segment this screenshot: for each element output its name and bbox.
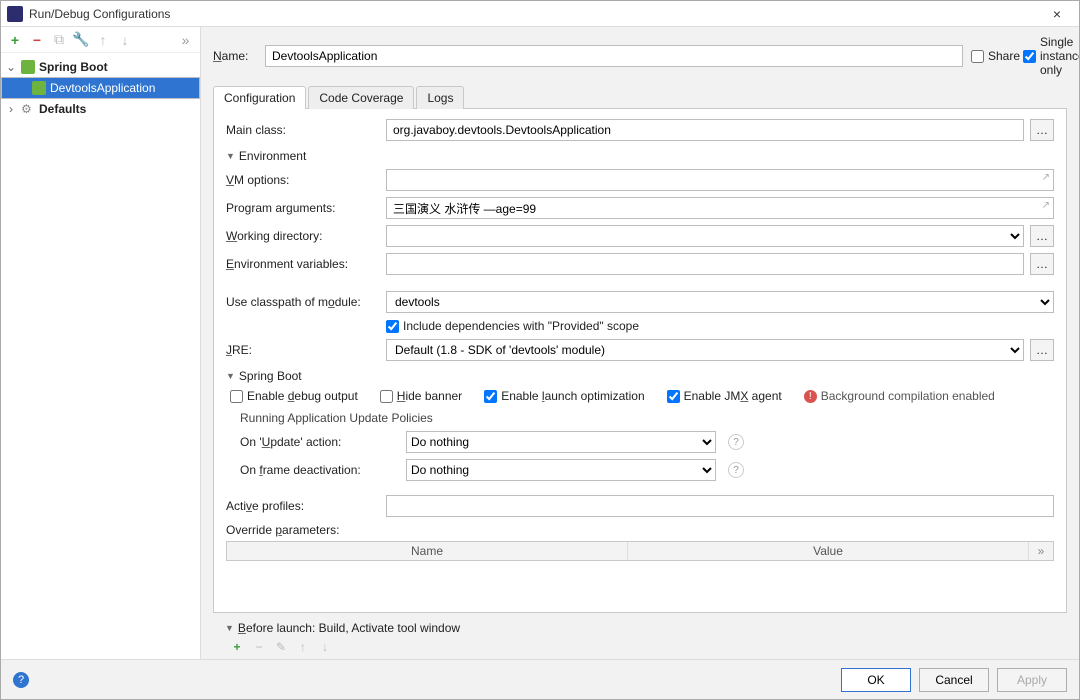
browse-env-vars-button[interactable]: … [1030,253,1054,275]
tree-label: Spring Boot [39,60,108,74]
before-launch-section: ▼ Before launch: Build, Activate tool wi… [213,613,1067,659]
enable-debug-checkbox[interactable]: Enable debug output [230,389,358,403]
working-directory-label: Working directory: [226,229,380,243]
move-down-button: ↓ [117,32,133,48]
chevron-down-icon: ▼ [225,623,234,633]
name-label: Name: [213,49,257,63]
tree-label: DevtoolsApplication [50,81,155,95]
background-compilation-warning: !Background compilation enabled [804,389,995,403]
column-value: Value [628,542,1029,560]
scroll-right-icon[interactable]: » [1029,542,1053,560]
cancel-button[interactable]: Cancel [919,668,989,692]
tab-logs[interactable]: Logs [416,86,464,109]
gear-icon: ⚙ [21,102,35,116]
warning-icon: ! [804,390,817,403]
jre-select[interactable]: Default (1.8 - SDK of 'devtools' module) [386,339,1024,361]
main-class-input[interactable] [386,119,1024,141]
chevron-down-icon: ▼ [226,371,235,381]
apply-button: Apply [997,668,1067,692]
configurations-sidebar: + − ⧉ 🔧 ↑ ↓ » ⌄ Spring Boot DevtoolsAppl… [1,27,201,659]
app-icon [7,6,23,22]
expand-icon[interactable]: ↗ [1042,172,1050,183]
env-vars-input[interactable] [386,253,1024,275]
chevron-down-icon: ▼ [226,151,235,161]
before-launch-add-button[interactable]: + [229,639,245,655]
before-launch-down-button: ↓ [317,639,333,655]
on-frame-deactivation-select[interactable]: Do nothing [406,459,716,481]
program-arguments-input[interactable] [386,197,1054,219]
main-panel: Name: Share Single instance only Configu… [201,27,1079,659]
on-frame-deactivation-label: On frame deactivation: [240,463,400,477]
override-parameters-label: Override parameters: [226,523,1054,537]
classpath-module-label: Use classpath of module: [226,295,380,309]
classpath-module-select[interactable]: devtools [386,291,1054,313]
name-input[interactable] [265,45,963,67]
enable-jmx-checkbox[interactable]: Enable JMX agent [667,389,782,403]
tab-configuration[interactable]: Configuration [213,86,306,109]
before-launch-up-button: ↑ [295,639,311,655]
configuration-panel: Main class: … ▼ Environment VM options: … [213,109,1067,613]
help-button[interactable]: ? [13,672,29,688]
column-name: Name [227,542,628,560]
jre-label: JRE: [226,343,380,357]
browse-jre-button[interactable]: … [1030,339,1054,361]
titlebar: Run/Debug Configurations × [1,1,1079,27]
sidebar-toolbar: + − ⧉ 🔧 ↑ ↓ » [1,27,200,53]
env-vars-label: Environment variables: [226,257,380,271]
tree-node-spring-boot[interactable]: ⌄ Spring Boot [1,57,200,77]
dialog-footer: ? OK Cancel Apply [1,659,1079,699]
spring-boot-icon [32,81,46,95]
close-icon[interactable]: × [1041,6,1073,22]
browse-main-class-button[interactable]: … [1030,119,1054,141]
chevron-right-icon[interactable]: › [5,102,17,116]
before-launch-header[interactable]: ▼ Before launch: Build, Activate tool wi… [225,621,1055,635]
include-provided-checkbox[interactable]: Include dependencies with "Provided" sco… [386,319,639,333]
help-icon[interactable]: ? [728,434,744,450]
vm-options-label: VM options: [226,173,380,187]
vm-options-input[interactable] [386,169,1054,191]
main-class-label: Main class: [226,123,380,137]
ok-button[interactable]: OK [841,668,911,692]
tree-node-defaults[interactable]: › ⚙ Defaults [1,99,200,119]
spring-boot-section-header[interactable]: ▼ Spring Boot [226,369,1054,383]
tree-node-devtools-application[interactable]: DevtoolsApplication [1,77,200,99]
window-title: Run/Debug Configurations [29,7,1041,21]
remove-config-button[interactable]: − [29,32,45,48]
program-arguments-label: Program arguments: [226,201,380,215]
override-parameters-table-header: Name Value » [226,541,1054,561]
before-launch-edit-button: ✎ [273,639,289,655]
on-update-label: On 'Update' action: [240,435,400,449]
active-profiles-input[interactable] [386,495,1054,517]
share-checkbox[interactable]: Share [971,49,1015,63]
help-icon[interactable]: ? [728,462,744,478]
update-policies-header: Running Application Update Policies [240,411,1054,425]
more-icon[interactable]: » [178,32,194,48]
copy-config-button[interactable]: ⧉ [51,32,67,48]
run-debug-configurations-dialog: Run/Debug Configurations × + − ⧉ 🔧 ↑ ↓ »… [0,0,1080,700]
expand-icon[interactable]: ↗ [1042,200,1050,211]
hide-banner-checkbox[interactable]: Hide banner [380,389,462,403]
tree-label: Defaults [39,102,86,116]
tab-code-coverage[interactable]: Code Coverage [308,86,414,109]
config-tree[interactable]: ⌄ Spring Boot DevtoolsApplication › ⚙ De… [1,53,200,659]
working-directory-input[interactable] [386,225,1024,247]
name-row: Name: Share Single instance only [213,35,1067,77]
tab-bar: Configuration Code Coverage Logs [213,85,1067,109]
on-update-select[interactable]: Do nothing [406,431,716,453]
spring-boot-icon [21,60,35,74]
enable-launch-optimization-checkbox[interactable]: Enable launch optimization [484,389,644,403]
chevron-down-icon[interactable]: ⌄ [5,60,17,74]
move-up-button: ↑ [95,32,111,48]
environment-section-header[interactable]: ▼ Environment [226,149,1054,163]
before-launch-remove-button: − [251,639,267,655]
single-instance-checkbox[interactable]: Single instance only [1023,35,1067,77]
browse-working-dir-button[interactable]: … [1030,225,1054,247]
active-profiles-label: Active profiles: [226,499,380,513]
add-config-button[interactable]: + [7,32,23,48]
edit-defaults-button[interactable]: 🔧 [73,32,89,48]
